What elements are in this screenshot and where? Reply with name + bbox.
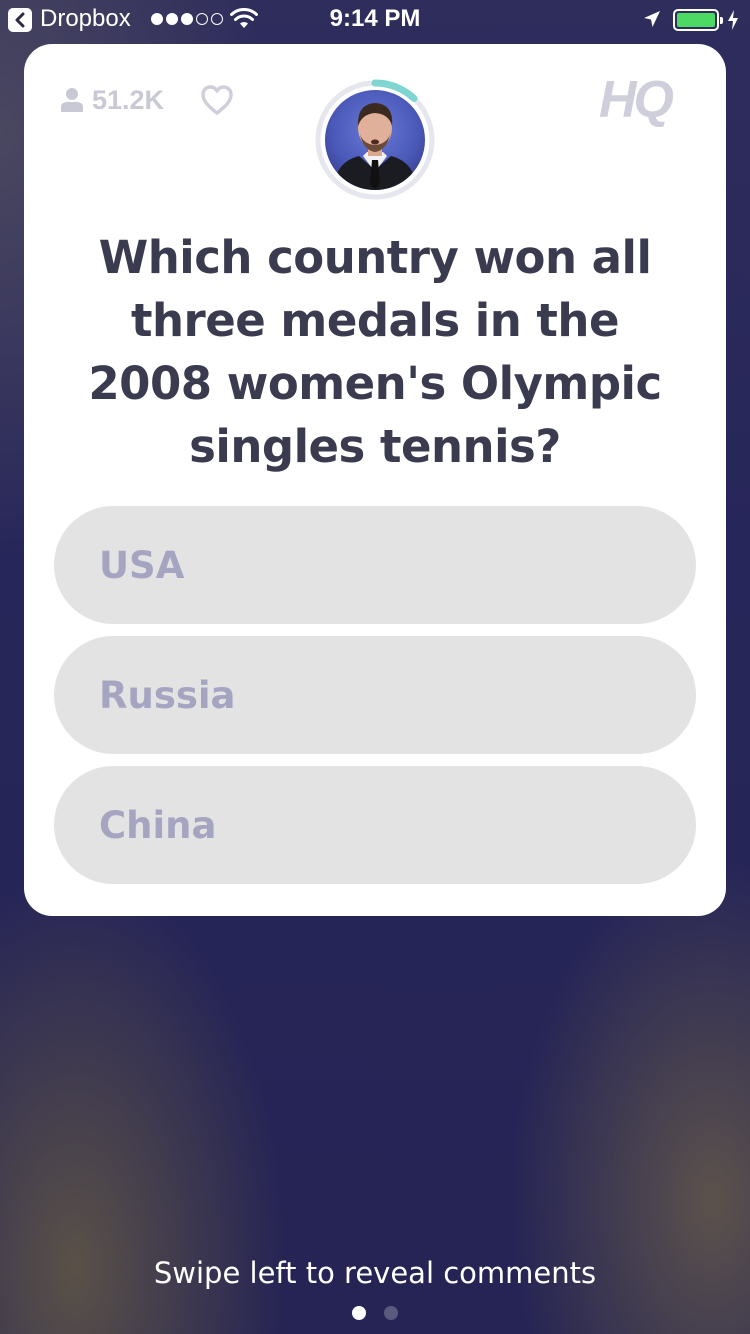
answer-option-1[interactable]: USA [54,506,696,624]
answer-option-2[interactable]: Russia [54,636,696,754]
hq-logo: HQ [599,71,674,129]
status-bar: Dropbox 9:14 PM [0,0,750,40]
question-text: Which country won all three medals in th… [88,231,662,473]
charging-bolt-icon [728,10,738,30]
battery-nub [720,17,723,24]
viewer-count-value: 51.2K [92,84,165,115]
swipe-hint: Swipe left to reveal comments [153,1256,597,1290]
battery-level [677,13,715,27]
answer-option-3[interactable]: China [54,766,696,884]
location-arrow-icon [644,11,660,27]
battery-icon [673,9,723,31]
person-icon [61,88,83,112]
host-portrait [333,103,417,190]
answer-list: USA Russia China [54,506,696,896]
clock: 9:14 PM [329,5,421,32]
page-dot-active [352,1306,366,1320]
viewer-count: 51.2K [60,84,164,116]
host-timer [313,78,437,202]
host-avatar [325,90,425,190]
page-indicator[interactable] [0,1306,750,1320]
heart-icon[interactable] [200,84,234,116]
page-dot [384,1306,398,1320]
question-card: 51.2K HQ Which country won all three med… [24,44,726,916]
